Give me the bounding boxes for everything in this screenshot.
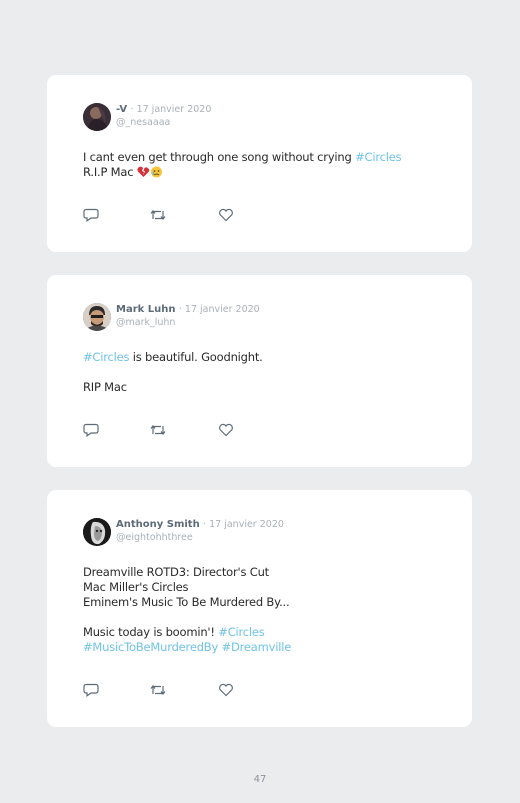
text-segment: Eminem's Music To Be Murdered By... [83, 595, 290, 609]
avatar[interactable] [83, 103, 111, 131]
tweet-card-1: -V · 17 janvier 2020 @_nesaaaa I cant ev… [47, 75, 472, 252]
text-segment: R.I.P Mac [83, 165, 137, 179]
author-handle[interactable]: @mark_luhn [116, 317, 260, 329]
tweet-text: #Circles is beautiful. Goodnight. RIP Ma… [83, 350, 263, 395]
separator: · [130, 104, 134, 115]
separator: · [178, 304, 182, 315]
reply-icon[interactable] [83, 423, 99, 437]
tweet-card-3: Anthony Smith · 17 janvier 2020 @eightoh… [47, 490, 472, 727]
text-segment: Music today is boomin'! [83, 625, 219, 639]
tweet-date: 17 janvier 2020 [209, 519, 284, 530]
author-name[interactable]: -V [116, 104, 127, 115]
separator: · [202, 519, 206, 530]
reply-icon[interactable] [83, 683, 99, 697]
hashtag-link[interactable]: #Circles [355, 150, 402, 164]
tweet-text: I cant even get through one song without… [83, 150, 402, 180]
text-line: Mac Miller's Circles [83, 580, 291, 595]
text-line: Music today is boomin'! #Circles [83, 625, 291, 640]
retweet-icon[interactable] [150, 208, 166, 222]
avatar[interactable] [83, 303, 111, 331]
tweet-actions [83, 423, 243, 437]
tweet-actions [83, 208, 243, 222]
hashtag-link[interactable]: #Dreamville [222, 640, 292, 654]
text-line [83, 610, 291, 625]
retweet-icon[interactable] [150, 683, 166, 697]
text-line: R.I.P Mac [83, 165, 401, 180]
author-handle[interactable]: @_nesaaaa [116, 117, 211, 129]
like-icon[interactable] [218, 423, 234, 437]
like-icon[interactable] [218, 683, 234, 697]
text-line [83, 365, 263, 380]
text-line: Eminem's Music To Be Murdered By... [83, 595, 291, 610]
tweet-meta: Mark Luhn · 17 janvier 2020 @mark_luhn [116, 304, 260, 329]
tweet-meta: Anthony Smith · 17 janvier 2020 @eightoh… [116, 519, 284, 544]
text-line: #Circles is beautiful. Goodnight. [83, 350, 263, 365]
tweet-actions [83, 683, 243, 697]
text-segment: Mac Miller's Circles [83, 580, 189, 594]
tweet-date: 17 janvier 2020 [136, 104, 212, 115]
author-name[interactable]: Anthony Smith [116, 519, 200, 530]
author-name[interactable]: Mark Luhn [116, 304, 176, 315]
tweet-date: 17 janvier 2020 [184, 304, 260, 315]
like-icon[interactable] [218, 208, 234, 222]
text-line: RIP Mac [83, 380, 263, 395]
tweet-meta: -V · 17 janvier 2020 @_nesaaaa [116, 104, 211, 129]
reply-icon[interactable] [83, 208, 99, 222]
crying-face-icon [150, 166, 163, 178]
avatar[interactable] [83, 518, 111, 546]
text-line: I cant even get through one song without… [83, 150, 402, 165]
text-segment: I cant even get through one song without… [83, 150, 356, 164]
page-number: 47 [253, 774, 267, 785]
text-segment: is beautiful. Goodnight. [129, 350, 263, 364]
tweet-text: Dreamville ROTD3: Director's Cut Mac Mil… [83, 565, 291, 655]
hashtag-link[interactable]: #Circles [218, 625, 265, 639]
broken-heart-icon [137, 166, 150, 178]
text-line: Dreamville ROTD3: Director's Cut [83, 565, 291, 580]
text-segment: Dreamville ROTD3: Director's Cut [83, 565, 269, 579]
text-line: #MusicToBeMurderedBy #Dreamville [83, 640, 291, 655]
hashtag-link[interactable]: #MusicToBeMurderedBy [83, 640, 218, 654]
tweet-card-2: Mark Luhn · 17 janvier 2020 @mark_luhn #… [47, 275, 472, 467]
hashtag-link[interactable]: #Circles [83, 350, 130, 364]
text-segment: RIP Mac [83, 380, 127, 394]
retweet-icon[interactable] [150, 423, 166, 437]
author-handle[interactable]: @eightohhthree [116, 532, 284, 544]
